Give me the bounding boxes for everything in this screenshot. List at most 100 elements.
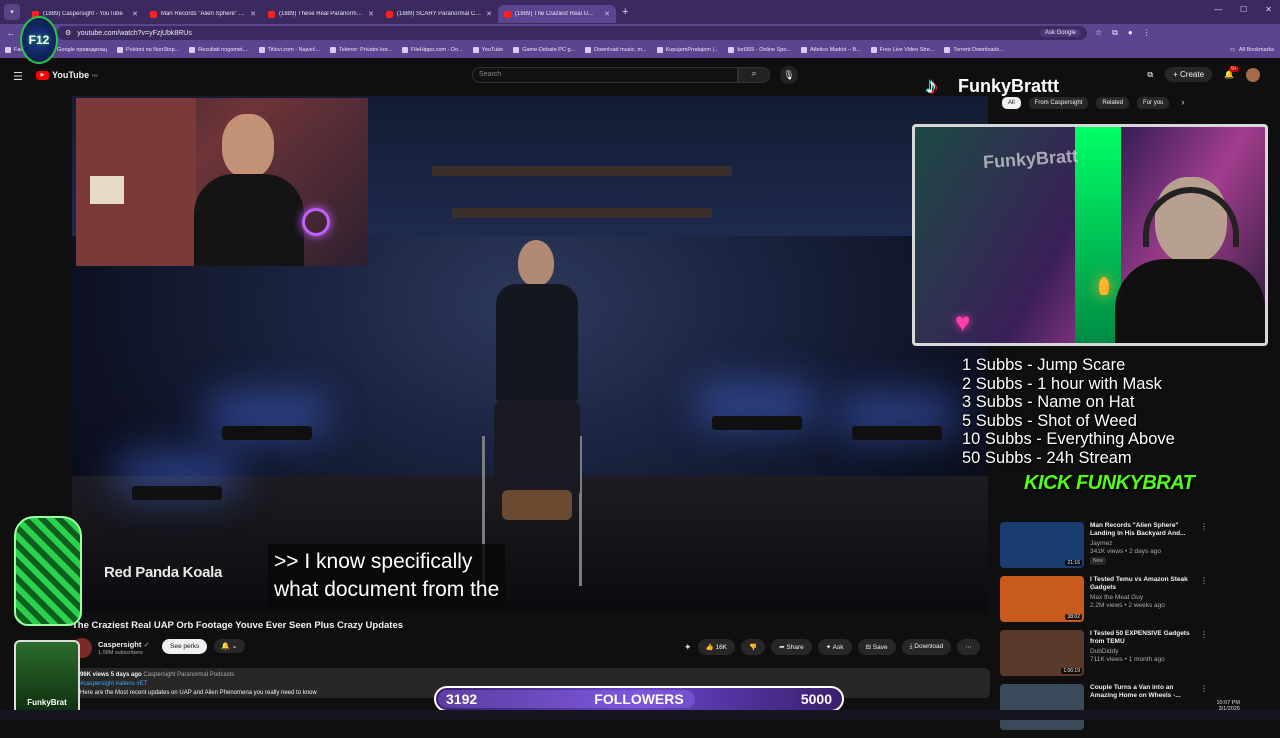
- browser-tab[interactable]: (1889) SCARY Paranormal Clips... ✕: [380, 5, 498, 23]
- close-tab-icon[interactable]: ✕: [250, 10, 256, 18]
- close-tab-icon[interactable]: ✕: [486, 10, 492, 18]
- video-thumbnail[interactable]: [1000, 684, 1084, 730]
- site-info-icon[interactable]: ⚙: [65, 29, 71, 37]
- browser-tab[interactable]: Man Records "Alien Sphere" La... ✕: [144, 5, 262, 23]
- related-title[interactable]: Man Records "Alien Sphere" Landing In Hi…: [1090, 522, 1194, 538]
- browser-tab[interactable]: (1889) These Real Paranormal E... ✕: [262, 5, 380, 23]
- related-channel[interactable]: Max the Meat Guy: [1090, 594, 1194, 602]
- share-button[interactable]: ➦ Share: [771, 639, 812, 655]
- related-channel[interactable]: Jaymez: [1090, 540, 1194, 548]
- bookmark-item[interactable]: Torrent Downloads...: [939, 47, 1008, 53]
- browser-tab[interactable]: (1889) The Craziest Real U... ✕: [498, 5, 616, 23]
- bookmark-label: KupujemProdajem |...: [665, 47, 719, 53]
- video-thumbnail[interactable]: 21:16: [1000, 522, 1084, 568]
- tab-list: (1889) Caspersight - YouTube ✕ Man Records…: [26, 1, 616, 23]
- close-window-icon[interactable]: ✕: [1265, 5, 1272, 14]
- filter-chip[interactable]: For you: [1137, 97, 1170, 109]
- notifications-button[interactable]: 🔔 9+: [1224, 66, 1239, 79]
- omnibox[interactable]: ⚙ youtube.com/watch?v=yFzjUbk8RUs Ask Go…: [57, 26, 1087, 40]
- voice-search-button[interactable]: 🎙: [780, 66, 798, 84]
- bookmark-item[interactable]: Rezultati nogomet,...: [184, 47, 253, 53]
- related-video[interactable]: 21:16 Man Records "Alien Sphere" Landing …: [1000, 522, 1210, 574]
- closed-caption: >> I know specifically what document fro…: [268, 544, 506, 608]
- share-label: Share: [786, 644, 804, 651]
- all-bookmarks[interactable]: ▭ All Bookmarks: [1230, 47, 1274, 53]
- filter-chip[interactable]: Related: [1096, 97, 1130, 109]
- more-actions-button[interactable]: ⋯: [957, 639, 980, 655]
- extensions-icon[interactable]: ⧉: [1112, 28, 1118, 38]
- bookmark-item[interactable]: Atletico Madrid – B...: [796, 47, 866, 53]
- bookmark-item[interactable]: Download music, m...: [580, 47, 652, 53]
- related-title[interactable]: I Tested 50 EXPENSIVE Gadgets from TEMU: [1090, 630, 1194, 646]
- dislike-button[interactable]: 👎: [741, 639, 766, 655]
- interviewee: [490, 240, 580, 570]
- maximize-icon[interactable]: ☐: [1240, 5, 1247, 14]
- cast-icon[interactable]: ⧉: [1147, 70, 1153, 80]
- like-button[interactable]: 👍 16K: [697, 639, 736, 655]
- tab-search-button[interactable]: ▾: [4, 4, 20, 20]
- bookmark-item[interactable]: Game-Debate PC g...: [508, 47, 580, 53]
- more-dots-icon[interactable]: ⋮: [1200, 630, 1210, 682]
- more-dots-icon[interactable]: ⋮: [1200, 576, 1210, 628]
- related-video[interactable]: 38:02 I Tested Temu vs Amazon Steak Gadge…: [1000, 576, 1210, 628]
- youtube-favicon-icon: [150, 10, 157, 18]
- see-perks-button[interactable]: See perks: [162, 639, 208, 654]
- duration-badge: 21:16: [1065, 560, 1082, 566]
- ask-google-button[interactable]: Ask Google: [1039, 29, 1081, 37]
- filter-chip[interactable]: From Caspersight: [1028, 97, 1089, 109]
- back-icon[interactable]: ←: [5, 29, 17, 38]
- channel-name[interactable]: Caspersight ✓: [98, 640, 150, 649]
- related-title[interactable]: Couple Turns a Van into an Amazing Home …: [1090, 684, 1194, 700]
- tab-title: (1889) Caspersight - YouTube: [43, 11, 123, 17]
- lighter-flame: [1099, 277, 1109, 295]
- subscription-bell-button[interactable]: 🔔 ⌄: [214, 639, 245, 653]
- related-title[interactable]: I Tested Temu vs Amazon Steak Gadgets: [1090, 576, 1194, 592]
- bookmark-label: Free Live Video Stre...: [879, 47, 935, 53]
- new-tab-button[interactable]: +: [622, 6, 628, 18]
- youtube-favicon-icon: [386, 10, 393, 18]
- bookmark-item[interactable]: Telenor: Privatni kor...: [325, 47, 397, 53]
- hamburger-menu-icon[interactable]: ☰: [13, 70, 23, 83]
- video-thumbnail[interactable]: 1:06:19: [1000, 630, 1084, 676]
- close-tab-icon[interactable]: ✕: [604, 10, 610, 18]
- folder-icon: ▭: [1229, 47, 1235, 53]
- create-label: Create: [1180, 70, 1205, 79]
- related-video[interactable]: 1:06:19 I Tested 50 EXPENSIVE Gadgets fro…: [1000, 630, 1210, 682]
- bookmark-item[interactable]: bet365 - Online Spo...: [723, 47, 796, 53]
- playlist-link[interactable]: Caspersight Paranormal Podcasts: [143, 672, 234, 678]
- menu-dots-icon[interactable]: ⋮: [1143, 28, 1151, 38]
- close-tab-icon[interactable]: ✕: [368, 10, 374, 18]
- duration-badge: 38:02: [1065, 614, 1082, 620]
- create-button[interactable]: + Create: [1165, 67, 1213, 82]
- download-button[interactable]: ⤓ Download: [901, 639, 952, 655]
- profile-icon[interactable]: ●: [1128, 28, 1133, 38]
- bookmark-item[interactable]: YouTube: [468, 47, 509, 53]
- minimize-icon[interactable]: —: [1214, 5, 1222, 14]
- bookmark-item[interactable]: Titlovi.com - Najveć...: [254, 47, 325, 53]
- close-tab-icon[interactable]: ✕: [132, 10, 138, 18]
- bookmark-label: Download music, m...: [594, 47, 647, 53]
- ask-button[interactable]: ✦ Ask: [817, 639, 852, 655]
- bookmark-item[interactable]: KupujemProdajem |...: [652, 47, 724, 53]
- bookmark-star-icon[interactable]: ☆: [1095, 28, 1102, 38]
- hype-icon[interactable]: ✦: [684, 642, 692, 653]
- video-thumbnail[interactable]: 38:02: [1000, 576, 1084, 622]
- poster: [90, 176, 124, 204]
- bookmark-item[interactable]: FileHippo.com - Do...: [397, 47, 468, 53]
- bookmark-item[interactable]: Free Live Video Stre...: [866, 47, 940, 53]
- more-dots-icon[interactable]: ⋮: [1200, 522, 1210, 574]
- search-button[interactable]: ⌕: [738, 67, 770, 83]
- youtube-logo[interactable]: ▶ YouTube RS: [36, 70, 98, 80]
- save-button[interactable]: ⊟ Save: [857, 639, 896, 655]
- bookmark-label: bet365 - Online Spo...: [737, 47, 791, 53]
- clock-date: 3/1/2026: [1218, 706, 1240, 712]
- bookmark-item[interactable]: Pokloni na NonStop...: [112, 47, 184, 53]
- sub-goal-item: 1 Subbs - Jump Scare: [962, 356, 1126, 374]
- chevron-right-icon[interactable]: ›: [1181, 97, 1184, 109]
- search-input[interactable]: Search: [472, 67, 738, 83]
- related-channel[interactable]: DubDiddy: [1090, 648, 1194, 656]
- subscriber-count: 1.09M subscribers: [98, 650, 143, 656]
- thumbs-down-icon: 👎: [749, 644, 758, 651]
- filter-chip[interactable]: All: [1002, 97, 1021, 109]
- account-avatar[interactable]: [1246, 67, 1260, 82]
